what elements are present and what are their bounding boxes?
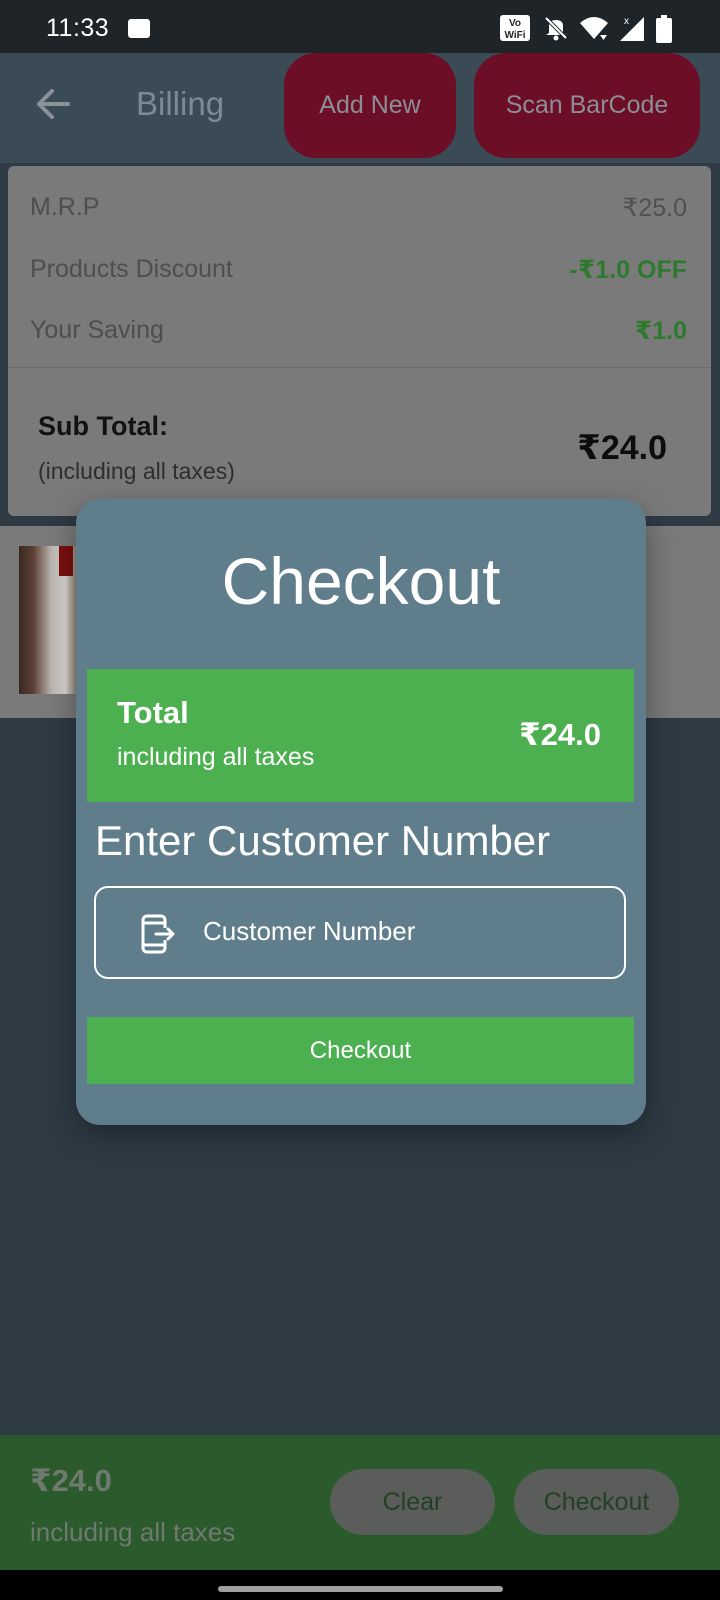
dialog-total-label: Total [117, 695, 189, 730]
back-arrow-icon[interactable] [34, 85, 72, 123]
svg-text:x: x [624, 16, 629, 27]
discount-label: Products Discount [30, 255, 233, 283]
bell-off-icon [544, 16, 568, 41]
phone-forward-icon [141, 914, 175, 954]
divider [8, 367, 711, 368]
clear-button[interactable]: Clear [330, 1469, 495, 1535]
product-bottle-cap [59, 546, 73, 576]
wifi-icon [580, 17, 608, 40]
saving-value: ₹1.0 [634, 317, 687, 345]
subtotal-note: (including all taxes) [38, 458, 235, 484]
mrp-row: M.R.P ₹25.0 [30, 193, 687, 223]
svg-text:Vo: Vo [509, 18, 521, 29]
mrp-label: M.R.P [30, 193, 100, 221]
saving-row: Your Saving ₹1.0 [30, 316, 687, 346]
bottom-bar: ₹24.0 including all taxes Clear Checkout [0, 1435, 720, 1570]
status-time: 11:33 [46, 14, 110, 42]
customer-number-placeholder: Customer Number [203, 916, 416, 946]
subtotal-label: Sub Total: [38, 411, 168, 441]
navigation-bar [0, 1570, 720, 1600]
dialog-total-note: including all taxes [117, 743, 315, 771]
battery-icon [656, 15, 672, 43]
discount-row: Products Discount -₹1.0 OFF [30, 255, 687, 285]
signal-icon: x [620, 16, 644, 41]
bottom-total: ₹24.0 [30, 1463, 112, 1498]
dialog-title: Checkout [221, 544, 501, 618]
customer-number-input[interactable]: Customer Number [94, 886, 626, 979]
dialog-total-value: ₹24.0 [519, 717, 601, 752]
bottom-checkout-button[interactable]: Checkout [514, 1469, 679, 1535]
product-thumbnail [19, 546, 77, 694]
discount-value: -₹1.0 OFF [569, 256, 687, 284]
subtotal-value: ₹24.0 [577, 429, 667, 467]
add-new-button[interactable]: Add New [284, 53, 456, 158]
svg-text:WiFi: WiFi [504, 30, 525, 41]
mrp-value: ₹25.0 [622, 194, 687, 222]
bottom-total-note: including all taxes [30, 1517, 236, 1547]
scan-barcode-button[interactable]: Scan BarCode [474, 53, 700, 158]
app-bar: Billing Add New Scan BarCode [0, 53, 720, 163]
home-gesture-handle[interactable] [218, 1586, 503, 1592]
dialog-checkout-button[interactable]: Checkout [87, 1017, 634, 1084]
billing-summary-card: M.R.P ₹25.0 Products Discount -₹1.0 OFF … [8, 166, 711, 516]
vowifi-icon: Vo WiFi [500, 15, 530, 41]
enter-customer-number-label: Enter Customer Number [95, 817, 551, 864]
dialog-total-box: Total including all taxes ₹24.0 [87, 669, 634, 802]
page-title: Billing [136, 85, 225, 122]
status-bar: 11:33 Vo WiFi x [0, 0, 720, 53]
image-notification-icon [128, 19, 150, 38]
saving-label: Your Saving [30, 316, 164, 344]
checkout-dialog: Checkout Total including all taxes ₹24.0… [76, 499, 646, 1125]
